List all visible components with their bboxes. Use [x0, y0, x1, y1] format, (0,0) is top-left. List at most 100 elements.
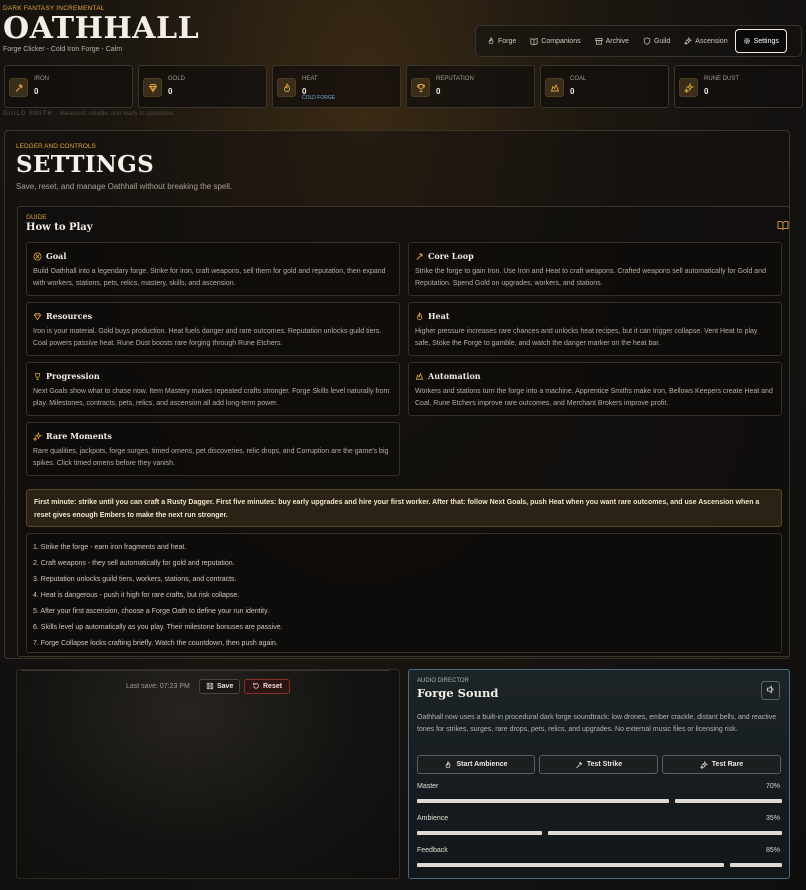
resource-coal: COAL 0 [540, 65, 669, 108]
flame-icon [277, 78, 296, 97]
shield-icon [643, 37, 651, 45]
nav-guild[interactable]: Guild [636, 29, 677, 53]
book-icon [530, 37, 538, 45]
resource-label: COAL [570, 76, 587, 82]
guild-rank-desc: Balanced, reliable, and ready to special… [60, 111, 175, 117]
list-item: 2. Craft weapons - they sell automatical… [33, 560, 235, 567]
card-title: Rare Moments [46, 431, 112, 441]
coal-icon [545, 78, 564, 97]
coal-icon [415, 372, 424, 381]
nav-guild-label: Guild [653, 37, 671, 45]
slider-fill [417, 831, 542, 835]
guide-card-heat: Heat Higher pressure increases rare chan… [408, 302, 782, 356]
card-body: Build Oathhall into a legendary forge. S… [33, 268, 386, 287]
resource-gold: GOLD 0 [138, 65, 267, 108]
list-item: 3. Reputation unlocks guild tiers, worke… [33, 576, 237, 583]
card-title-row: Rare Moments [33, 431, 112, 441]
chest-icon [595, 37, 603, 45]
divider [21, 670, 389, 671]
slider-label-feedback: Feedback [417, 847, 448, 854]
save-button[interactable]: Save [199, 679, 241, 694]
feedback-volume-slider[interactable] [417, 863, 782, 867]
card-body: Workers and stations turn the forge into… [415, 388, 773, 407]
guide-card-goal: Goal Build Oathhall into a legendary for… [26, 242, 400, 296]
hammer-icon [415, 252, 424, 261]
trophy-icon [33, 372, 42, 381]
card-title-row: Core Loop [415, 251, 474, 261]
settings-subtitle: Save, reset, and manage Oathhall without… [16, 182, 233, 191]
resource-label: IRON [34, 76, 49, 82]
resource-label: REPUTATION [436, 76, 474, 82]
resource-reputation: REPUTATION 0 [406, 65, 535, 108]
button-label: Test Rare [711, 761, 744, 768]
slider-fill [417, 863, 724, 867]
slider-fill [417, 799, 669, 803]
nav-forge[interactable]: Forge [480, 29, 523, 53]
slider-value-feedback: 85% [765, 847, 780, 854]
test-rare-button[interactable]: Test Rare [662, 755, 781, 774]
audio-description: Oathhall now uses a built-in procedural … [417, 714, 777, 733]
reset-label: Reset [263, 683, 283, 690]
guide-card-rare-moments: Rare Moments Rare qualities, jackpots, f… [26, 422, 400, 476]
page-title: SETTINGS [16, 151, 154, 178]
nav-companions[interactable]: Companions [523, 29, 587, 53]
trophy-icon [411, 78, 430, 97]
card-title-row: Automation [415, 371, 481, 381]
nav-archive[interactable]: Archive [588, 29, 636, 53]
hammer-icon [575, 761, 583, 769]
nav-ascension[interactable]: Ascension [677, 29, 734, 53]
sparkle-icon [679, 78, 698, 97]
card-title: Resources [46, 311, 93, 321]
main-nav: Forge Companions Archive Guild Ascension… [475, 25, 802, 57]
card-title: Heat [428, 311, 450, 321]
card-title: Progression [46, 371, 100, 381]
nav-archive-label: Archive [605, 37, 629, 45]
volume-toggle-button[interactable] [761, 681, 780, 700]
card-body: Next Goals show what to chase now. Item … [33, 388, 390, 407]
resource-label: GOLD [168, 76, 186, 82]
audio-title: Forge Sound [417, 686, 499, 700]
open-book-icon[interactable] [777, 220, 789, 230]
brand: DARK FANTASY INCREMENTAL OATHHALL Forge … [3, 5, 199, 53]
guide-card-progression: Progression Next Goals show what to chas… [26, 362, 400, 416]
slider-value-ambience: 35% [765, 815, 780, 822]
guild-rank: GUILD SMITH [3, 111, 53, 117]
card-body: Higher pressure increases rare chances a… [415, 328, 758, 347]
resource-value: 0 [34, 87, 39, 96]
card-body: Strike the forge to gain Iron. Use Iron … [415, 268, 766, 287]
nav-companions-label: Companions [541, 37, 581, 45]
guide-card-resources: Resources Iron is your material. Gold bu… [26, 302, 400, 356]
card-title: Core Loop [428, 251, 474, 261]
resource-heat: HEAT 0 COLD FORGE [272, 65, 401, 108]
how-to-play-guide: GUIDE How to Play Goal Build Oathhall in… [17, 206, 790, 657]
resource-value: 0 [168, 87, 173, 96]
master-volume-slider[interactable] [417, 799, 782, 803]
nav-forge-label: Forge [498, 37, 517, 45]
list-item: 1. Strike the forge - earn iron fragment… [33, 544, 187, 551]
flame-icon [415, 311, 424, 321]
slider-rest [675, 799, 782, 803]
first-minute-tip: First minute: strike until you can craft… [26, 489, 782, 527]
slider-rest [548, 831, 782, 835]
sparkle-icon [33, 431, 42, 441]
nav-settings[interactable]: Settings [734, 29, 787, 53]
ambience-volume-slider[interactable] [417, 831, 782, 835]
settings-kicker: LEDGER AND CONTROLS [16, 143, 96, 150]
test-strike-button[interactable]: Test Strike [539, 755, 658, 774]
reset-button[interactable]: Reset [244, 679, 291, 694]
app-subtitle: Forge Clicker - Cold Iron Forge - Calm [3, 46, 123, 53]
card-title-row: Progression [33, 371, 100, 381]
save-label: Save [217, 683, 234, 690]
nav-ascension-label: Ascension [695, 37, 728, 45]
resource-label: RUNE DUST [704, 76, 740, 82]
resource-iron: IRON 0 [4, 65, 133, 108]
slider-value-master: 70% [765, 783, 780, 790]
list-item: 6. Skills level up automatically as you … [33, 624, 283, 631]
start-ambience-button[interactable]: Start Ambience [417, 755, 535, 774]
resource-label: HEAT [302, 76, 318, 82]
button-label: Test Strike [586, 761, 623, 768]
card-title: Automation [428, 371, 481, 381]
list-item: 5. After your first ascension, choose a … [33, 608, 270, 615]
heat-status-note: COLD FORGE [302, 95, 336, 101]
nav-settings-label: Settings [753, 37, 779, 45]
